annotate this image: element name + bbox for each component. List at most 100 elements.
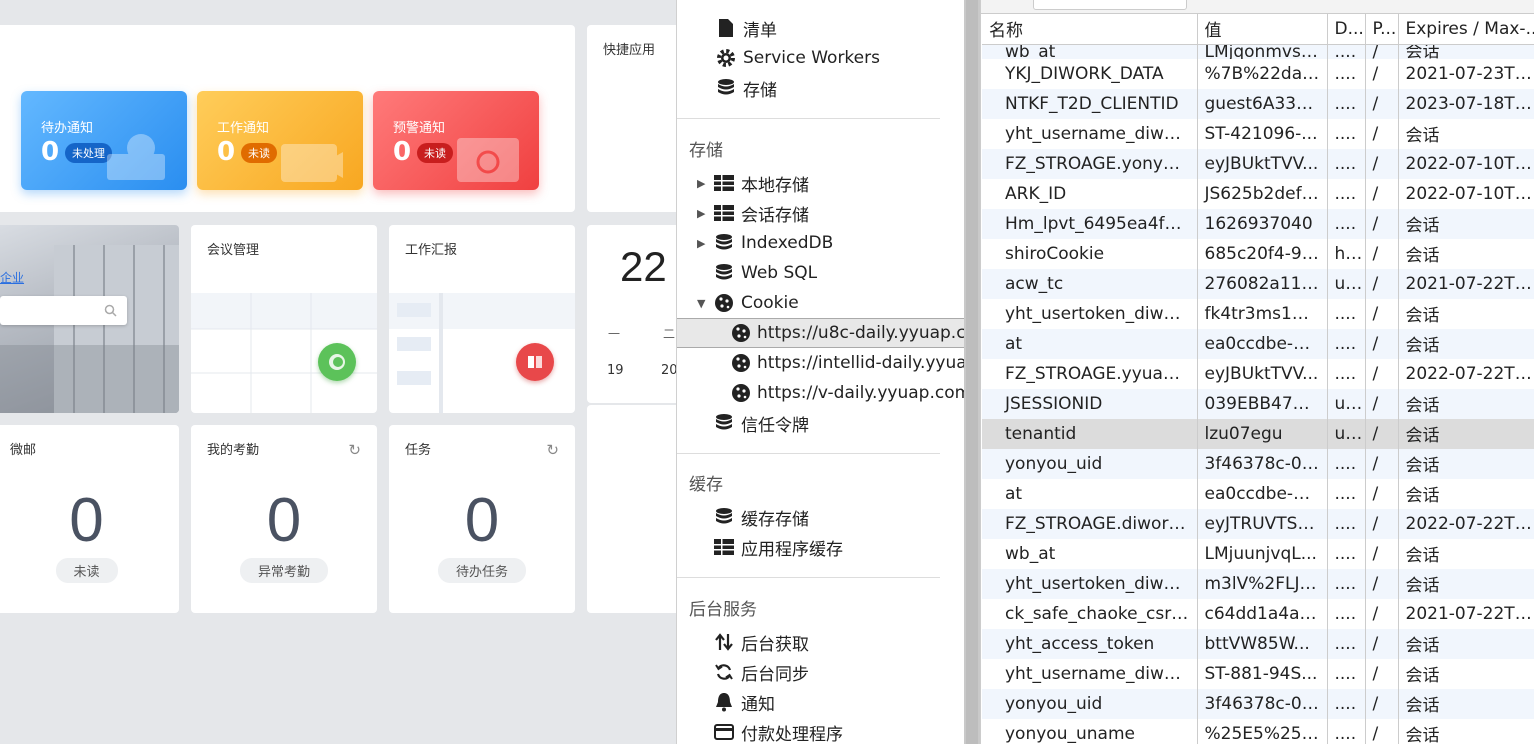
column-header-value[interactable]: 值 — [1197, 14, 1328, 45]
tasks-todo-label[interactable]: 待办任务 — [437, 558, 527, 583]
sidebar-item-web-sql[interactable]: Web SQL — [677, 258, 964, 288]
todo-notice-card[interactable]: 待办通知 0 未处理 — [21, 91, 187, 190]
table-row[interactable]: YKJ_DIWORK_DATA %7B%22dat......./2021-07-… — [982, 58, 1534, 89]
table-row[interactable]: yht_usertoken_diwork m3lV%2FLJq....... / 会话 — [982, 568, 1534, 599]
sidebar-item-label: 付款处理程序 — [741, 724, 843, 744]
meeting-action-button[interactable] — [318, 343, 356, 381]
sidebar-item-storage[interactable]: 存储 — [677, 73, 964, 103]
sidebar-item-payment-handler[interactable]: 付款处理程序 — [677, 717, 964, 744]
column-header-expires[interactable]: Expires / Max-... — [1398, 14, 1534, 45]
search-box[interactable] — [0, 296, 127, 325]
cell-value: LMjuunjvqL... — [1197, 538, 1328, 569]
empty-card — [587, 405, 676, 613]
cell-path: / — [1365, 388, 1399, 419]
sidebar-item-indexeddb[interactable]: ▶ IndexedDB — [677, 228, 964, 258]
cell-expires: 2023-07-18T1... — [1398, 88, 1534, 119]
table-row[interactable]: wb_at LMjuunjvqL....... / 会话 — [982, 538, 1534, 569]
table-row[interactable]: Hm_lpvt_6495ea4f6fb... 1626937040.... / 会话 — [982, 208, 1534, 239]
cell-value: 3f46378c-0d... — [1197, 448, 1328, 479]
sidebar-item-cookie[interactable]: ▼ Cookie — [677, 288, 964, 318]
file-icon — [715, 18, 737, 38]
sidebar-item-session-storage[interactable]: ▶ 会话存储 — [677, 198, 964, 228]
cell-name: ARK_ID — [982, 178, 1198, 209]
cell-path: / — [1365, 358, 1399, 389]
attendance-refresh-icon[interactable]: ↻ — [348, 441, 361, 459]
report-action-button[interactable] — [516, 343, 554, 381]
table-row[interactable]: acw_tc 276082a116... u.../2021-07-22T1... — [982, 268, 1534, 299]
scrollbar-thumb[interactable] — [966, 0, 978, 744]
column-header-path[interactable]: P... — [1365, 14, 1399, 45]
table-row[interactable]: ck_safe_chaoke_csrf_t... c64dd1a4ac......… — [982, 598, 1534, 629]
calendar-date-20[interactable]: 20 — [661, 363, 676, 378]
cookie-origin-item[interactable]: https://v-daily.yyuap.com — [677, 378, 964, 408]
tasks-card[interactable]: 任务 ↻ 0 待办任务 — [389, 425, 575, 613]
cookie-table: 名称 值 D... P... Expires / Max-... wb_at L… — [982, 14, 1534, 744]
table-row[interactable]: at ea0ccdbe-5a....... / 会话 — [982, 478, 1534, 509]
sidebar-item-background-sync[interactable]: 后台同步 — [677, 657, 964, 687]
cell-name: FZ_STROAGE.yyuap.c... — [982, 358, 1198, 389]
column-header-name[interactable]: 名称 — [982, 14, 1198, 45]
cell-name: wb_at — [982, 538, 1198, 569]
filter-input[interactable] — [1033, 0, 1187, 10]
table-row[interactable]: NTKF_T2D_CLIENTID guest6A331......./2023-… — [982, 88, 1534, 119]
table-row-partial[interactable]: wb_at LMjqonmvsj... .... / 会话 — [982, 44, 1534, 59]
table-row[interactable]: ARK_ID JS625b2def4......./2022-07-10T0... — [982, 178, 1534, 209]
cell-value: eyJBUktTVV... — [1197, 358, 1328, 389]
sidebar-item-local-storage[interactable]: ▶ 本地存储 — [677, 168, 964, 198]
table-row[interactable]: shiroCookie 685c20f4-92... h... / 会话 — [982, 238, 1534, 269]
collapse-arrow-icon[interactable]: ▼ — [697, 297, 713, 310]
table-row[interactable]: yonyou_uname %25E5%258....... / 会话 — [982, 718, 1534, 744]
expand-arrow-icon[interactable]: ▶ — [697, 177, 713, 190]
sidebar-item-background-fetch[interactable]: 后台获取 — [677, 627, 964, 657]
sidebar-item-app-cache[interactable]: 应用程序缓存 — [677, 532, 964, 562]
cell-value: ST-881-94S... — [1197, 658, 1328, 689]
sidebar-item-manifest[interactable]: 清单 — [677, 13, 964, 43]
enterprise-link[interactable]: 企业 — [0, 269, 24, 286]
report-card[interactable]: 工作汇报 — [389, 225, 575, 413]
table-header-row: 名称 值 D... P... Expires / Max-... — [982, 14, 1534, 45]
sidebar-item-cache-storage[interactable]: 缓存存储 — [677, 502, 964, 532]
cell-expires: 会话 — [1398, 388, 1534, 419]
mail-card[interactable]: 微邮 0 未读 — [0, 425, 179, 613]
cell-domain: .... — [1327, 628, 1366, 659]
table-row[interactable]: FZ_STROAGE.diwork.c... eyJTRUVTSU....... /… — [982, 508, 1534, 539]
table-row[interactable]: at ea0ccdbe-5a....... / 会话 — [982, 328, 1534, 359]
attendance-exception-label[interactable]: 异常考勤 — [239, 558, 329, 583]
database-icon — [713, 413, 735, 433]
attendance-card[interactable]: 我的考勤 ↻ 0 异常考勤 — [191, 425, 377, 613]
cookie-icon — [731, 323, 751, 343]
sidebar-item-notifications[interactable]: 通知 — [677, 687, 964, 717]
meeting-card[interactable]: 会议管理 — [191, 225, 377, 413]
cookie-origin-item-selected[interactable]: https://u8c-daily.yyuap.com — [677, 318, 964, 348]
table-row[interactable]: JSESSIONID 039EBB4775... u... / 会话 — [982, 388, 1534, 419]
sidebar-item-label: 会话存储 — [741, 205, 809, 226]
table-row[interactable]: FZ_STROAGE.yonyou.... eyJBUktTVV......./2… — [982, 148, 1534, 179]
table-row[interactable]: FZ_STROAGE.yyuap.c... eyJBUktTVV......./2… — [982, 358, 1534, 389]
mail-unread-label[interactable]: 未读 — [55, 558, 118, 583]
cookie-origin-item[interactable]: https://intellid-daily.yyuap.com — [677, 348, 964, 378]
search-icon[interactable] — [104, 304, 117, 317]
table-row[interactable]: yht_access_token bttVW85W....... / 会话 — [982, 628, 1534, 659]
cell-value: ea0ccdbe-5a... — [1197, 478, 1328, 509]
table-row[interactable]: yht_username_diwork ST-421096-....... / 会话 — [982, 118, 1534, 149]
cell-name: yonyou_uname — [982, 718, 1198, 744]
panel-resize-handle[interactable] — [964, 0, 980, 744]
mail-count: 0 — [69, 486, 104, 555]
cookie-origin-label: https://v-daily.yyuap.com — [757, 383, 964, 403]
sidebar-item-service-workers[interactable]: Service Workers — [677, 43, 964, 73]
table-row[interactable]: tenantid lzu07egu u... / 会话 — [982, 418, 1534, 449]
table-row[interactable]: yht_username_diwork ST-881-94S....... / 会话 — [982, 658, 1534, 689]
sidebar-item-trust-tokens[interactable]: 信任令牌 — [677, 408, 964, 438]
table-row[interactable]: yonyou_uid 3f46378c-0d....... / 会话 — [982, 688, 1534, 719]
expand-arrow-icon[interactable]: ▶ — [697, 237, 713, 250]
cell-name: yht_usertoken_diwork — [982, 568, 1198, 599]
cell-name: yht_username_diwork — [982, 118, 1198, 149]
table-row[interactable]: yht_usertoken_diwork fk4tr3ms1Siz....... /… — [982, 298, 1534, 329]
column-header-domain[interactable]: D... — [1327, 14, 1366, 45]
warning-notice-card[interactable]: 预警通知 0 未读 — [373, 91, 539, 190]
expand-arrow-icon[interactable]: ▶ — [697, 207, 713, 220]
work-notice-card[interactable]: 工作通知 0 未读 — [197, 91, 363, 190]
tasks-refresh-icon[interactable]: ↻ — [546, 441, 559, 459]
calendar-date-19[interactable]: 19 — [607, 363, 624, 378]
table-row[interactable]: yonyou_uid 3f46378c-0d....... / 会话 — [982, 448, 1534, 479]
